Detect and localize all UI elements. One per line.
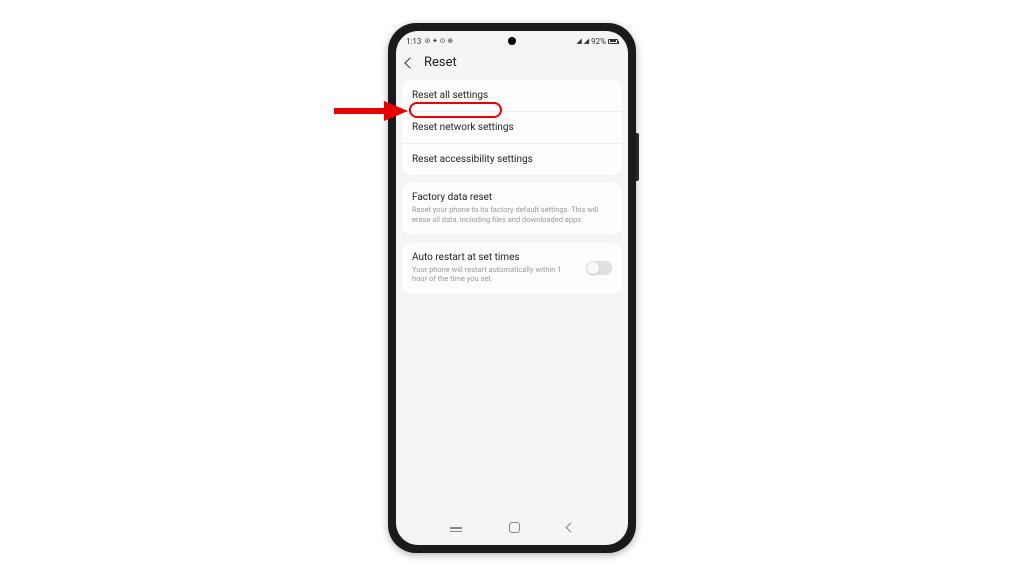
status-indicator-icon: ⊘ ✦ ⊙ ⊕ <box>424 37 453 45</box>
page-title: Reset <box>424 55 457 70</box>
settings-group: Reset all settings Reset network setting… <box>402 80 622 175</box>
phone-screen: 1:13 ⊘ ✦ ⊙ ⊕ ◢ ◢ 92% Reset Reset all set… <box>396 31 628 545</box>
phone-frame: 1:13 ⊘ ✦ ⊙ ⊕ ◢ ◢ 92% Reset Reset all set… <box>388 23 636 553</box>
navigation-bar <box>396 512 628 545</box>
battery-percent: 92% <box>591 37 606 46</box>
list-item-description: Reset your phone to its factory default … <box>412 205 612 225</box>
content-area: Reset all settings Reset network setting… <box>396 80 628 512</box>
auto-restart-item[interactable]: Auto restart at set times Your phone wil… <box>402 243 622 295</box>
list-item-label: Reset all settings <box>412 90 488 101</box>
nav-home-icon[interactable] <box>509 522 520 533</box>
status-time: 1:13 <box>406 37 421 46</box>
list-item-label: Factory data reset <box>412 192 612 203</box>
settings-group: Factory data reset Reset your phone to i… <box>402 183 622 235</box>
list-item-description: Your phone will restart automatically wi… <box>412 265 578 285</box>
arrow-annotation-icon <box>332 100 410 122</box>
battery-icon <box>608 39 618 44</box>
wifi-icon: ◢ <box>576 37 581 45</box>
list-item-label: Auto restart at set times <box>412 252 578 263</box>
list-item-label: Reset network settings <box>412 122 514 133</box>
nav-back-icon[interactable] <box>566 523 576 533</box>
auto-restart-toggle[interactable] <box>586 261 612 275</box>
camera-notch <box>508 37 516 45</box>
reset-network-settings-item[interactable]: Reset network settings <box>402 112 622 144</box>
phone-side-button <box>636 133 639 181</box>
factory-data-reset-item[interactable]: Factory data reset Reset your phone to i… <box>402 183 622 235</box>
back-icon[interactable] <box>404 57 415 68</box>
signal-icon: ◢ <box>584 37 589 45</box>
reset-accessibility-settings-item[interactable]: Reset accessibility settings <box>402 144 622 175</box>
settings-group: Auto restart at set times Your phone wil… <box>402 243 622 295</box>
reset-all-settings-item[interactable]: Reset all settings <box>402 80 622 112</box>
nav-recent-icon[interactable] <box>450 527 462 529</box>
list-item-label: Reset accessibility settings <box>412 154 533 165</box>
page-header: Reset <box>396 49 628 80</box>
